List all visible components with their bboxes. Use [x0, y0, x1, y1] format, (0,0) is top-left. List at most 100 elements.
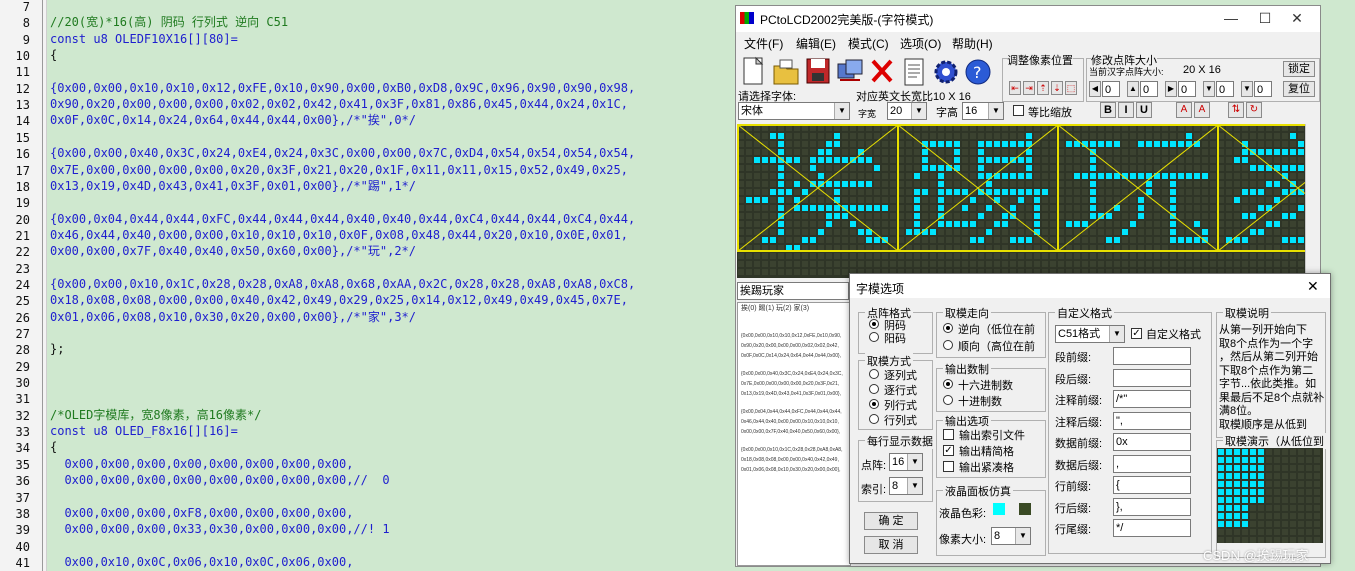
nudge-arrow-icon[interactable]: ⇥	[1023, 81, 1035, 95]
spin-value[interactable]: 0	[1178, 81, 1196, 97]
lcd-fg-color-swatch[interactable]	[993, 503, 1005, 515]
code-line[interactable]: 0x00,0x00,0x00,0x00,0x00,0x00,0x00,0x00,	[50, 456, 353, 472]
up-arrow-icon[interactable]: ▲	[1127, 81, 1139, 97]
delete-x-icon[interactable]	[868, 56, 898, 88]
lcd-bg-color-swatch[interactable]	[1019, 503, 1031, 515]
text-input[interactable]: 挨踢玩家	[737, 282, 849, 300]
maximize-button[interactable]: ☐	[1248, 6, 1282, 32]
lcd-vertical-scrollbar[interactable]	[1305, 124, 1320, 278]
code-line[interactable]: 0x00,0x10,0x0C,0x06,0x10,0x0C,0x06,0x00,	[50, 554, 353, 570]
custom-format-checkbox[interactable]: ✓	[1131, 328, 1142, 339]
code-line[interactable]: const u8 OLEDF10X16[][80]=	[50, 31, 238, 47]
field-input[interactable]: /*"	[1113, 390, 1191, 408]
code-line[interactable]: 0x00,0x00,0x00,0x00,0x00,0x00,0x00,0x00,…	[50, 472, 389, 488]
rotate-icon[interactable]: ↻	[1246, 102, 1262, 118]
close-button[interactable]: ✕	[1280, 6, 1314, 32]
ok-button[interactable]: 确 定	[864, 512, 918, 530]
down-arrow-icon[interactable]: ▼	[1241, 81, 1253, 97]
output-preview[interactable]: 挨(0) 踢(1) 玩(2) 家(3) {0x00,0x00,0x10,0x10…	[737, 302, 851, 566]
code-line[interactable]: };	[50, 341, 64, 357]
code-line[interactable]: 0x13,0x19,0x4D,0x43,0x41,0x3F,0x01,0x00}…	[50, 178, 416, 194]
radio-button[interactable]	[869, 369, 879, 379]
save-disk-icon[interactable]	[804, 56, 834, 88]
pixel-size-select[interactable]: 8 ▼	[991, 527, 1031, 545]
code-line[interactable]: 0x00,0x00,0x7F,0x40,0x40,0x50,0x60,0x00}…	[50, 243, 416, 259]
code-line[interactable]: {0x00,0x00,0x10,0x1C,0x28,0x28,0xA8,0xA8…	[50, 276, 635, 292]
nudge-arrow-icon[interactable]: ⇣	[1051, 81, 1063, 95]
nudge-arrow-icon[interactable]: ⇤	[1009, 81, 1021, 95]
radio-button[interactable]	[943, 379, 953, 389]
code-line[interactable]: {0x00,0x00,0x40,0x3C,0x24,0xE4,0x24,0x3C…	[50, 145, 635, 161]
dialog-close-button[interactable]: ✕	[1307, 278, 1319, 295]
dialog-titlebar[interactable]: 字模选项 ✕	[850, 274, 1330, 298]
code-line[interactable]: 0x00,0x00,0x00,0x33,0x30,0x00,0x00,0x00,…	[50, 521, 389, 537]
notes-icon[interactable]	[900, 56, 930, 88]
char-height-select[interactable]: 16 ▼	[962, 102, 1004, 120]
export-icon[interactable]	[836, 56, 866, 88]
restore-button[interactable]: 复位	[1283, 81, 1315, 97]
settings-gear-icon[interactable]	[932, 56, 962, 88]
code-line[interactable]: /*OLED字模库，宽8像素，高16像素*/	[50, 407, 261, 423]
code-line[interactable]: 0x90,0x20,0x00,0x00,0x00,0x02,0x02,0x42,…	[50, 96, 628, 112]
font-select[interactable]: 宋体 ▼	[738, 102, 850, 120]
cancel-button[interactable]: 取 消	[864, 536, 918, 554]
custom-format-select[interactable]: C51格式 ▼	[1055, 325, 1125, 343]
char-width-select[interactable]: 20 ▼	[887, 102, 927, 120]
radio-button[interactable]	[869, 332, 879, 342]
code-line[interactable]: //20(宽)*16(高) 阴码 行列式 逆向 C51	[50, 14, 288, 30]
spin-value[interactable]: 0	[1254, 81, 1272, 97]
code-line[interactable]: 0x01,0x06,0x08,0x10,0x30,0x20,0x00,0x00}…	[50, 309, 416, 325]
window-titlebar[interactable]: PCtoLCD2002完美版-(字符模式) — ☐ ✕	[736, 6, 1320, 32]
menu-item[interactable]: 编辑(E)	[796, 35, 836, 52]
radio-button[interactable]	[943, 395, 953, 405]
code-line[interactable]: 0x46,0x44,0x40,0x00,0x00,0x10,0x10,0x10,…	[50, 227, 628, 243]
field-input[interactable]: */	[1113, 519, 1191, 537]
help-question-icon[interactable]: ?	[964, 56, 994, 88]
spin-value[interactable]: 0	[1216, 81, 1234, 97]
radio-button[interactable]	[869, 414, 879, 424]
left-arrow-icon[interactable]: ◀	[1089, 81, 1101, 97]
menu-item[interactable]: 模式(C)	[848, 35, 889, 52]
code-line[interactable]: 0x18,0x08,0x08,0x00,0x00,0x40,0x42,0x49,…	[50, 292, 628, 308]
radio-button[interactable]	[869, 399, 879, 409]
invert-icon[interactable]: ⇅	[1228, 102, 1244, 118]
menu-item[interactable]: 选项(O)	[900, 35, 941, 52]
code-line[interactable]: const u8 OLED_F8x16[][16]=	[50, 423, 238, 439]
minimize-button[interactable]: —	[1214, 6, 1248, 32]
down-arrow-icon[interactable]: ▼	[1203, 81, 1215, 97]
code-line[interactable]: 0x0F,0x0C,0x14,0x24,0x64,0x44,0x44,0x00}…	[50, 112, 416, 128]
text-color-icon[interactable]: A	[1176, 102, 1192, 118]
field-input[interactable]: },	[1113, 497, 1191, 516]
field-input[interactable]: 0x	[1113, 433, 1191, 451]
style-button-b[interactable]: B	[1100, 102, 1116, 118]
code-line[interactable]: 0x7E,0x00,0x00,0x00,0x00,0x20,0x3F,0x21,…	[50, 162, 628, 178]
radio-button[interactable]	[943, 340, 953, 350]
field-input[interactable]	[1113, 368, 1191, 387]
code-line[interactable]: {0x00,0x00,0x10,0x10,0x12,0xFE,0x10,0x90…	[50, 80, 635, 96]
radio-button[interactable]	[943, 323, 953, 333]
field-input[interactable]: {	[1113, 476, 1191, 494]
equal-scale-checkbox[interactable]	[1013, 105, 1024, 116]
nudge-arrow-icon[interactable]: ⬚	[1065, 81, 1077, 95]
code-line[interactable]: {	[50, 439, 57, 455]
spin-value[interactable]: 0	[1140, 81, 1158, 97]
index-select[interactable]: 8 ▼	[889, 477, 923, 495]
spin-value[interactable]: 0	[1102, 81, 1120, 97]
dots-select[interactable]: 16 ▼	[889, 453, 923, 471]
checkbox[interactable]: ✓	[943, 445, 954, 456]
field-input[interactable]	[1113, 347, 1191, 365]
right-arrow-icon[interactable]: ▶	[1165, 81, 1177, 97]
code-line[interactable]: {0x00,0x04,0x44,0x44,0xFC,0x44,0x44,0x44…	[50, 211, 635, 227]
style-button-i[interactable]: I	[1118, 102, 1134, 118]
field-input[interactable]: ",	[1113, 411, 1191, 430]
checkbox[interactable]	[943, 461, 954, 472]
nudge-arrow-icon[interactable]: ⇡	[1037, 81, 1049, 95]
field-input[interactable]: ,	[1113, 454, 1191, 473]
menu-item[interactable]: 文件(F)	[744, 35, 783, 52]
new-file-icon[interactable]	[740, 56, 770, 88]
menu-item[interactable]: 帮助(H)	[952, 35, 993, 52]
checkbox[interactable]	[943, 429, 954, 440]
code-line[interactable]: 0x00,0x00,0x00,0xF8,0x00,0x00,0x00,0x00,	[50, 505, 353, 521]
code-line[interactable]: {	[50, 47, 57, 63]
style-button-u[interactable]: U	[1136, 102, 1152, 118]
